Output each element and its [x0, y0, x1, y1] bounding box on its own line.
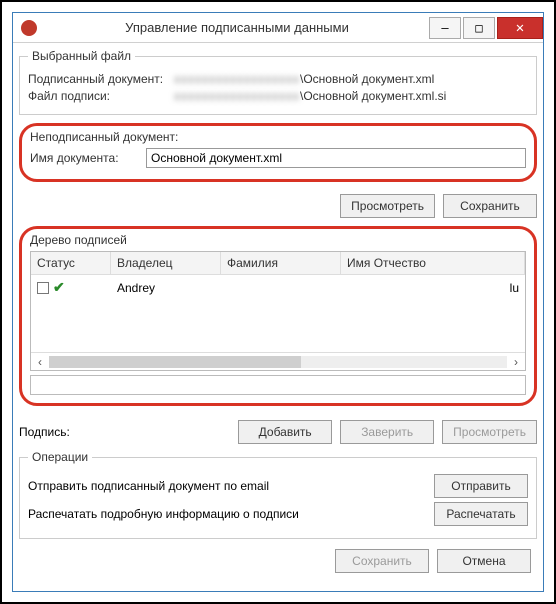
footer-cancel-button[interactable]: Отмена [437, 549, 531, 573]
scroll-thumb[interactable] [49, 356, 301, 368]
col-status[interactable]: Статус [31, 252, 111, 274]
view-sig-button: Просмотреть [442, 420, 537, 444]
email-op-label: Отправить подписанный документ по email [28, 479, 269, 493]
window-title: Управление подписанными данными [45, 20, 429, 35]
signature-tree-group: Дерево подписей Статус Владелец Фамилия … [19, 226, 537, 406]
add-button[interactable]: Добавить [238, 420, 332, 444]
signature-tree: Статус Владелец Фамилия Имя Отчество ✔ A… [30, 251, 526, 371]
save-doc-button[interactable]: Сохранить [443, 194, 537, 218]
print-op-label: Распечатать подробную информацию о подпи… [28, 507, 299, 521]
unsigned-doc-title: Неподписанный документ: [30, 130, 526, 144]
titlebar: Управление подписанными данными — □ ✕ [13, 13, 543, 43]
operations-group: Операции Отправить подписанный документ … [19, 450, 537, 539]
horizontal-scrollbar[interactable]: ‹ › [31, 352, 525, 370]
col-lastname[interactable]: Фамилия [221, 252, 341, 274]
valid-check-icon: ✔ [53, 279, 65, 296]
tree-title: Дерево подписей [30, 233, 526, 247]
maximize-button[interactable]: □ [463, 17, 495, 39]
col-owner[interactable]: Владелец [111, 252, 221, 274]
selection-field[interactable] [30, 375, 526, 395]
tree-row[interactable]: ✔ Andrey lu [31, 275, 525, 300]
minimize-button[interactable]: — [429, 17, 461, 39]
view-button[interactable]: Просмотреть [340, 194, 435, 218]
selected-file-legend: Выбранный файл [28, 49, 135, 63]
signed-doc-value: xxxxxxxxxxxxxxxxxx\Основной документ.xml [174, 72, 528, 86]
print-button[interactable]: Распечатать [434, 502, 528, 526]
dialog-window: Управление подписанными данными — □ ✕ Вы… [12, 12, 544, 592]
unsigned-doc-group: Неподписанный документ: Имя документа: [19, 123, 537, 182]
scroll-right-icon[interactable]: › [507, 355, 525, 369]
certify-button: Заверить [340, 420, 434, 444]
col-firstname[interactable]: Имя Отчество [341, 252, 525, 274]
signature-label: Подпись: [19, 425, 109, 439]
docname-label: Имя документа: [30, 151, 140, 165]
sigfile-label: Файл подписи: [28, 89, 168, 103]
row-name-trail: lu [347, 281, 519, 295]
sigfile-value: xxxxxxxxxxxxxxxxxx\Основной документ.xml… [174, 89, 528, 103]
operations-legend: Операции [28, 450, 92, 464]
signed-doc-label: Подписанный документ: [28, 72, 168, 86]
selected-file-group: Выбранный файл Подписанный документ: xxx… [19, 49, 537, 115]
scroll-left-icon[interactable]: ‹ [31, 355, 49, 369]
close-button[interactable]: ✕ [497, 17, 543, 39]
app-icon [21, 20, 37, 36]
row-owner: Andrey [117, 281, 227, 295]
send-email-button[interactable]: Отправить [434, 474, 528, 498]
tree-header: Статус Владелец Фамилия Имя Отчество [31, 252, 525, 275]
footer-save-button: Сохранить [335, 549, 429, 573]
docname-input[interactable] [146, 148, 526, 168]
row-checkbox[interactable] [37, 282, 49, 294]
